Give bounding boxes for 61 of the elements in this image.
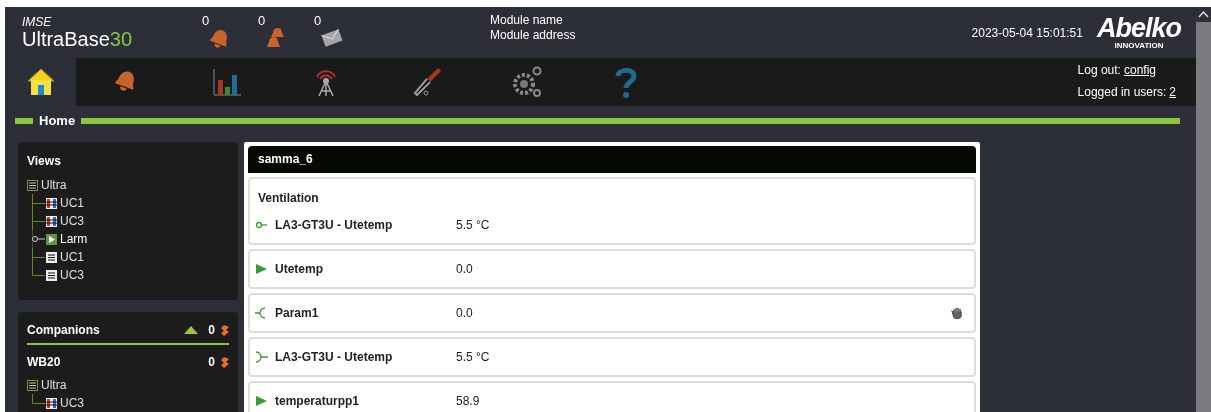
signal-name[interactable]: temperaturpp1 — [275, 392, 456, 410]
logo-name: Abelko — [1096, 15, 1181, 42]
alarm-icon — [221, 324, 229, 336]
signal-name[interactable]: LA3-GT3U - Utetemp — [275, 216, 456, 234]
page-title: Home — [39, 112, 76, 131]
signal-value: 5.5 °C — [456, 217, 490, 234]
grid-icon — [46, 197, 57, 209]
counter-value: 0 — [258, 14, 267, 27]
module-address: Module address — [490, 28, 576, 43]
signal-value: 0.0 — [456, 261, 473, 278]
counter-value: 0 — [314, 14, 323, 27]
signal-value: 5.5 °C — [456, 349, 490, 366]
tree-item[interactable]: Larm — [60, 230, 88, 248]
logo-tagline: INNOVATION — [1114, 42, 1164, 50]
tree-connector — [32, 194, 46, 212]
tree-item[interactable]: UC1 — [60, 194, 84, 212]
play-icon — [46, 233, 57, 245]
plug-icon — [255, 351, 269, 363]
grid-icon — [46, 215, 57, 227]
brand-vendor: IMSE — [22, 16, 53, 28]
triangle-up-icon — [184, 326, 199, 334]
list-icon — [27, 179, 38, 191]
logout-link[interactable]: config — [1123, 59, 1156, 81]
signal-value: 58.9 — [456, 393, 480, 410]
tree-connector — [32, 394, 46, 404]
tree-connector — [32, 212, 46, 230]
signal-value: 0.0 — [456, 305, 473, 322]
tree-item[interactable]: UC1 — [60, 248, 84, 266]
scrollbar-drawing[interactable] — [1196, 7, 1211, 412]
tree-item[interactable]: UC3 — [60, 212, 84, 230]
selected-connector-icon — [32, 230, 46, 248]
play-icon — [255, 263, 269, 275]
tree-item[interactable]: UC3 — [60, 266, 84, 284]
counter-value: 0 — [202, 14, 211, 27]
signal-name[interactable]: Param1 — [275, 304, 456, 322]
date-time: 2023-05-04 15:01:51 — [971, 24, 1083, 42]
users-count-link[interactable]: 2 — [1169, 81, 1176, 103]
tree-item[interactable]: Ultra — [41, 376, 67, 394]
logout-label: Log out: — [1077, 62, 1121, 79]
grid-icon — [46, 397, 57, 409]
panel-title: Views — [27, 153, 62, 170]
device-name[interactable]: WB20 — [27, 353, 61, 371]
users-label: Logged in users: — [1077, 84, 1167, 101]
play-icon — [255, 395, 269, 407]
signal-name[interactable]: Utetemp — [275, 260, 456, 278]
list-icon — [46, 269, 57, 281]
companion-count: 0 — [208, 322, 215, 339]
list-icon — [46, 251, 57, 263]
tree-item[interactable]: Ultra — [41, 176, 67, 194]
module-name: Module name — [490, 13, 564, 28]
list-icon — [27, 379, 38, 391]
panel-title: Companions — [27, 322, 100, 339]
section-title: Ventilation — [257, 190, 320, 207]
device-count: 0 — [208, 354, 215, 371]
brand-product: UltraBase — [22, 28, 110, 50]
signal-name[interactable]: LA3-GT3U - Utetemp — [275, 348, 456, 366]
alarm-icon — [221, 356, 229, 368]
brand-version: 30 — [109, 28, 133, 50]
input-connector-icon — [255, 219, 269, 231]
panel-header: samma_6 — [248, 146, 976, 173]
tree-item[interactable]: UC3 — [60, 394, 84, 412]
